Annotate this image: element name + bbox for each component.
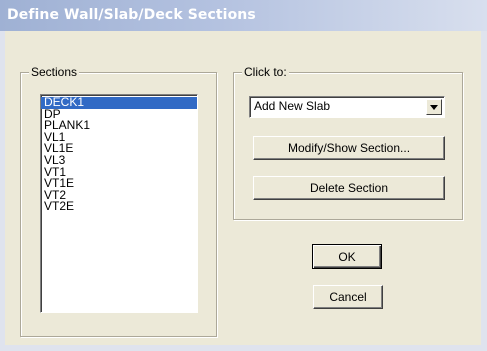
click-to-group-label: Click to: bbox=[242, 65, 289, 79]
sections-group-label: Sections bbox=[29, 65, 80, 79]
title-bar[interactable]: Define Wall/Slab/Deck Sections bbox=[0, 0, 487, 31]
dialog-window: Define Wall/Slab/Deck Sections Sections … bbox=[0, 0, 487, 351]
dialog-client-area: Sections DECK1 DP PLANK1 VL1 VL1E VL3 VT1 VT1E V… bbox=[5, 31, 481, 345]
sections-list: DECK1 DP PLANK1 VL1 VL1E VL3 VT1 VT1E VT2 VT2E bbox=[41, 95, 197, 213]
sections-listbox[interactable]: DECK1 DP PLANK1 VL1 VL1E VL3 VT1 VT1E VT2 VT2E bbox=[40, 94, 198, 313]
modify-show-section-button[interactable]: Modify/Show Section... bbox=[253, 136, 445, 160]
chevron-down-icon[interactable] bbox=[426, 99, 442, 115]
window-border-bottom bbox=[0, 345, 487, 351]
click-to-group: Click to: Add New Slab Modify/Show Secti… bbox=[233, 65, 463, 220]
action-dropdown[interactable]: Add New Slab bbox=[249, 96, 445, 118]
sections-list-item[interactable]: DECK1 bbox=[41, 96, 197, 109]
window-border-right bbox=[481, 31, 487, 351]
sections-group: Sections DECK1 DP PLANK1 VL1 VL1E VL3 VT1 VT1E V… bbox=[20, 65, 217, 337]
window-title: Define Wall/Slab/Deck Sections bbox=[7, 7, 256, 23]
action-dropdown-value: Add New Slab bbox=[254, 99, 331, 113]
cancel-button[interactable]: Cancel bbox=[313, 285, 383, 309]
delete-section-button[interactable]: Delete Section bbox=[253, 176, 445, 200]
ok-button[interactable]: OK bbox=[312, 244, 382, 269]
sections-list-item[interactable]: VT2E bbox=[41, 201, 197, 213]
